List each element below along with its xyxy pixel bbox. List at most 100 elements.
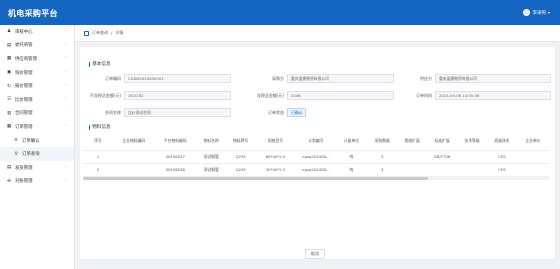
field-order-time: 订单时间 2024-09-06 14:55:49 <box>391 91 551 100</box>
column-header: 图纸扩展 <box>397 133 428 151</box>
column-header: 物料牌号 <box>226 133 255 151</box>
refresh-icon: ↻ <box>7 83 11 89</box>
table-cell: 00106037 <box>154 150 196 164</box>
supplier-input[interactable]: 重庆盈捷物资有限公司 <box>435 74 551 83</box>
sidebar-item[interactable]: ♟ 审核中心 ˅ <box>0 25 74 39</box>
table-cell: cgxq202408... <box>296 163 336 177</box>
user-name[interactable]: 李采购 <box>532 10 546 16</box>
column-header: 采购数量 <box>367 133 398 151</box>
table-cell <box>457 150 488 164</box>
cancel-button[interactable]: 取消 <box>305 249 325 259</box>
reconcile-icon: ✣ <box>7 178 11 184</box>
sidebar-item-label: 订单确认 <box>22 138 40 144</box>
sidebar-item[interactable]: ☰ 比价管理 ˅ <box>0 93 74 107</box>
table-cell <box>516 150 549 164</box>
sidebar: ♟ 审核中心 ˅ ▤ 委托商管 ˅ ▦ 供应商管理 ˅ ▣ 询价管理 ˅ ↻ 报价管理 ˅ ☰ 比价管理 ˅ ▥ 合同… <box>0 25 75 269</box>
chevron-down-icon: ˅ <box>65 178 67 184</box>
table-cell: 00106038 <box>154 163 196 177</box>
sidebar-item[interactable]: ⚲ 订单查询 <box>0 147 74 161</box>
sidebar-item[interactable]: ↻ 报价管理 ˅ <box>0 79 74 93</box>
table-cell <box>112 163 155 177</box>
table-scrollbar[interactable] <box>83 177 549 180</box>
table-row[interactable]: 1 00106037 测试钢管 Q235 60*40*2.5 cgxq202408... 吨… <box>83 150 549 164</box>
field-supplier: 供应方 重庆盈捷物资有限公司 <box>391 74 551 83</box>
sidebar-item[interactable]: ≡ 订单确认 <box>0 134 74 148</box>
sidebar-item[interactable]: ▦ 订单管理 ˄ <box>0 120 74 134</box>
sidebar-item[interactable]: ▣ 询价管理 ˅ <box>0 66 74 80</box>
sidebar-item-label: 发货管理 <box>15 165 33 171</box>
field-purchaser: 采购方 重庆盈捷物资有限公司 <box>243 74 394 83</box>
chevron-down-icon: ˅ <box>65 97 67 103</box>
column-header: 计量单位 <box>335 133 368 151</box>
table-cell: 5 <box>367 150 398 164</box>
chevron-up-icon: ˄ <box>65 124 67 130</box>
column-header: 企业物料编码 <box>112 133 155 151</box>
user-menu[interactable]: 李采购 ▾ <box>523 9 550 16</box>
document-icon: ▤ <box>6 42 12 48</box>
menu-icon[interactable] <box>84 30 89 36</box>
table-cell: 4 <box>367 163 398 177</box>
table-row[interactable]: 2 00106038 测试钢管 Q235 30*40*2.5 cgxq202408... 吨… <box>83 163 549 177</box>
app-title: 机电采购平台 <box>8 9 58 18</box>
sidebar-item[interactable]: ▦ 供应商管理 ˅ <box>0 52 74 66</box>
contract-icon: ▥ <box>6 110 12 116</box>
sidebar-item-label: 对账管理 <box>15 179 33 185</box>
field-label: 含税总金额(元) <box>256 92 284 98</box>
avatar[interactable] <box>523 9 531 16</box>
chevron-down-icon: ˅ <box>65 70 67 76</box>
field-contract: 合同名称 比价测试合同 <box>80 108 231 117</box>
field-status: 订单状态 已确认 <box>243 108 307 117</box>
field-amount-incl: 含税总金额(元) 2046 <box>243 91 394 100</box>
main-area: 订单查询 / 详情 基本信息 订单编码 CGDD2024090001 采购方 重… <box>75 25 560 269</box>
field-label: 不含税总金额(元) <box>89 92 121 98</box>
table-cell: cgxq202408... <box>296 150 336 164</box>
sidebar-item-label: 报价管理 <box>15 84 33 90</box>
contract-input[interactable]: 比价测试合同 <box>124 108 231 117</box>
sidebar-item[interactable]: ▥ 合同管理 ˅ <box>0 107 74 121</box>
table-cell: 测试钢管 <box>195 150 227 164</box>
amount-incl-input[interactable]: 2046 <box>287 91 394 100</box>
order-no-input[interactable]: CGDD2024090001 <box>124 74 231 83</box>
table-cell: 30*40*2.5 <box>254 163 297 177</box>
section-title-materials: 物料信息 <box>89 124 110 130</box>
field-label: 供应方 <box>420 75 432 81</box>
column-header: 计划编号 <box>296 133 336 151</box>
check-list-icon: ≡ <box>14 138 18 144</box>
amount-excl-input[interactable]: 1810.62 <box>124 91 231 100</box>
table-cell <box>457 163 488 177</box>
table-cell: GB/T706 <box>427 150 458 164</box>
field-label: 合同名称 <box>105 109 121 115</box>
inquiry-icon: ▣ <box>6 70 12 76</box>
column-header: 质量体系 <box>487 133 517 151</box>
table-cell <box>516 163 549 177</box>
table-cell <box>397 163 428 177</box>
scrollbar-thumb[interactable] <box>83 177 428 180</box>
order-icon: ▦ <box>6 124 12 130</box>
chevron-down-icon: ˅ <box>65 110 67 116</box>
chevron-down-icon: ˅ <box>65 56 67 62</box>
sidebar-item-label: 询价管理 <box>15 70 33 76</box>
status-badge: 已确认 <box>287 108 307 117</box>
column-header: 规格型号 <box>254 133 297 151</box>
column-header: 序号 <box>83 133 113 151</box>
sidebar-item[interactable]: ✣ 对账管理 ˅ <box>0 175 74 189</box>
table-cell <box>397 150 428 164</box>
section-title-basic: 基本信息 <box>89 61 110 67</box>
purchaser-input[interactable]: 重庆盈捷物资有限公司 <box>287 74 394 83</box>
chevron-down-icon[interactable]: ▾ <box>548 10 550 15</box>
table-cell: 2 <box>83 163 113 177</box>
top-bar: 机电采购平台 李采购 ▾ <box>0 0 560 25</box>
sidebar-item[interactable]: ▤ 委托商管 ˅ <box>0 39 74 53</box>
sidebar-item[interactable]: ▤ 发货管理 ˅ <box>0 161 74 175</box>
sidebar-item-label: 订单查询 <box>22 152 40 158</box>
breadcrumb-parent[interactable]: 订单查询 <box>92 30 108 36</box>
breadcrumb-separator: / <box>111 30 113 36</box>
field-amount-excl: 不含税总金额(元) 1810.62 <box>80 91 231 100</box>
order-time-input[interactable]: 2024-09-06 14:55:49 <box>435 91 551 100</box>
table-cell: 1 <box>83 150 113 164</box>
chevron-down-icon: ˅ <box>65 29 67 35</box>
sidebar-item-label: 委托商管 <box>15 43 33 49</box>
column-header: 平台物料编码 <box>154 133 196 151</box>
column-header: 标准扩展 <box>427 133 458 151</box>
table-cell: 吨 <box>335 150 368 164</box>
